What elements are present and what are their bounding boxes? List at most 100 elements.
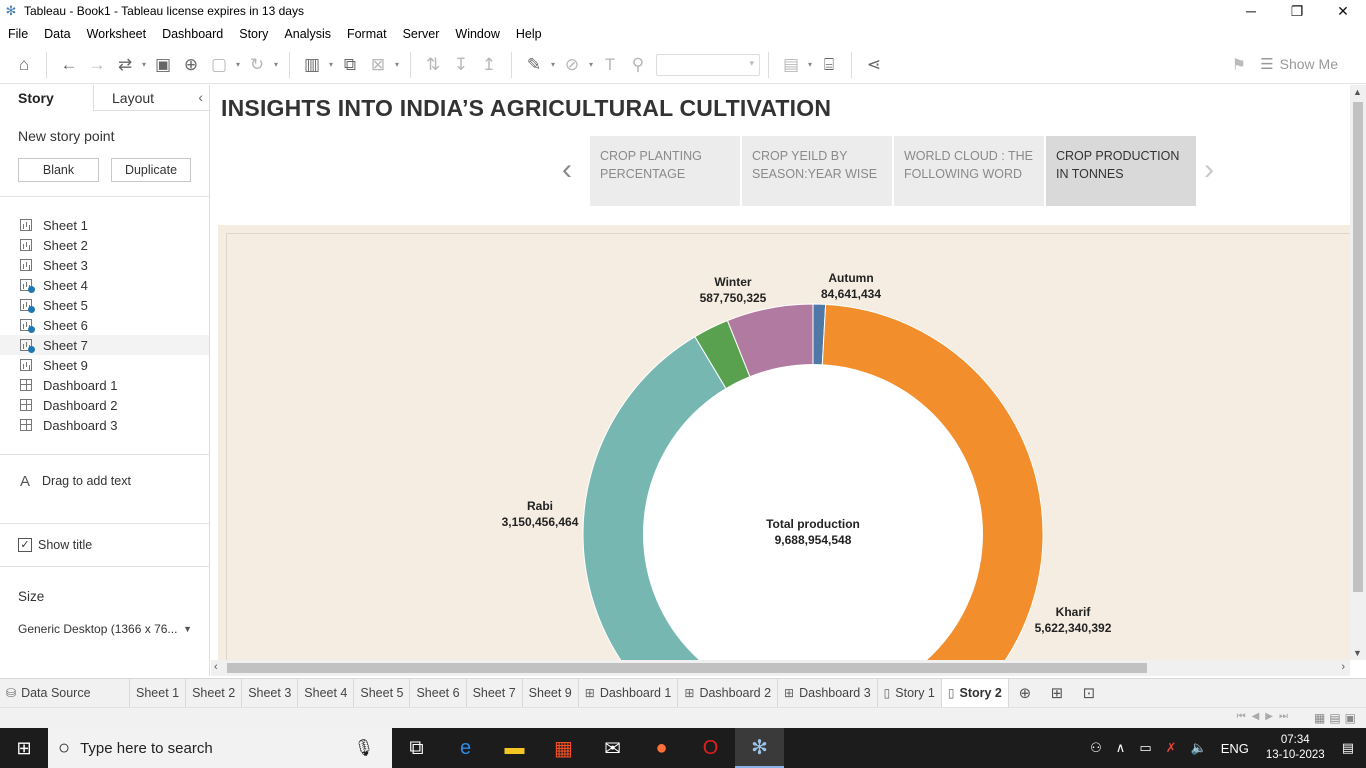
show-title-checkbox[interactable]: ✓ Show title	[0, 538, 209, 552]
view-mode-icons[interactable]: ▦▤▣	[1314, 711, 1360, 725]
duplicate-sheet-icon[interactable]: ⧉	[336, 51, 364, 79]
show-me-button[interactable]: ☰ Show Me	[1260, 55, 1338, 73]
sheet-list-item[interactable]: Dashboard 3	[0, 415, 209, 435]
sheet-list-item[interactable]: Sheet 9	[0, 355, 209, 375]
scroll-up-icon[interactable]: ▲	[1353, 87, 1362, 97]
tab-story[interactable]: Story	[0, 85, 93, 111]
scroll-left-icon[interactable]: ‹	[214, 661, 218, 673]
close-button[interactable]: ✕	[1320, 0, 1366, 22]
volume-icon[interactable]: 🔈	[1191, 740, 1207, 756]
collapse-panel-icon[interactable]: ‹	[198, 89, 203, 105]
scroll-down-icon[interactable]: ▼	[1353, 648, 1362, 658]
notifications-icon[interactable]: ▤	[1342, 740, 1354, 756]
sheet-navigation-icons[interactable]: ⏮◀▶⏭	[1237, 711, 1294, 722]
group-icon[interactable]: ⊘	[558, 51, 586, 79]
network-icon[interactable]: ✗	[1166, 740, 1177, 756]
replay-icon[interactable]: ⇄	[111, 51, 139, 79]
story-point-3[interactable]: WORLD CLOUD : THE FOLLOWING WORD	[894, 136, 1044, 206]
menu-file[interactable]: File	[0, 27, 36, 41]
paint-roller-icon[interactable]: ⚑	[1232, 55, 1246, 75]
duplicate-button[interactable]: Duplicate	[111, 158, 191, 182]
sheet-list-item[interactable]: Sheet 6	[0, 315, 209, 335]
highlight-icon[interactable]: ✎	[520, 51, 548, 79]
sheet-tab[interactable]: Sheet 2	[186, 679, 243, 707]
sheet-list-item[interactable]: Dashboard 1	[0, 375, 209, 395]
tray-expand-icon[interactable]: ∧	[1116, 740, 1126, 756]
horizontal-scroll-thumb[interactable]	[227, 663, 1147, 673]
sort-descending-icon[interactable]: ↥	[475, 51, 503, 79]
sheet-tab[interactable]: Sheet 7	[467, 679, 523, 707]
windows-start-icon[interactable]: ⊞	[0, 728, 48, 768]
edge-browser-icon[interactable]: e	[441, 728, 490, 768]
file-explorer-icon[interactable]: ▬	[490, 728, 539, 768]
sheet-tab[interactable]: Sheet 6	[410, 679, 467, 707]
new-worksheet-icon[interactable]: ▥	[298, 51, 326, 79]
sheet-tab[interactable]: ⊞ Dashboard 2	[678, 679, 779, 707]
tab-layout[interactable]: Layout	[93, 85, 209, 111]
save-icon[interactable]: ▣	[149, 51, 177, 79]
sheet-tab[interactable]: Sheet 5	[354, 679, 411, 707]
pause-updates-icon[interactable]: ▢	[205, 51, 233, 79]
sheet-list-item[interactable]: Sheet 2	[0, 235, 209, 255]
new-story-tab-icon[interactable]: ⊡	[1073, 679, 1105, 707]
sheet-list-item[interactable]: Sheet 7	[0, 335, 209, 355]
blank-button[interactable]: Blank	[18, 158, 99, 182]
menu-data[interactable]: Data	[36, 27, 78, 41]
sheet-list-item[interactable]: Sheet 5	[0, 295, 209, 315]
previous-story-point-icon[interactable]: ‹	[562, 153, 572, 187]
menu-analysis[interactable]: Analysis	[276, 27, 339, 41]
sheet-tab[interactable]: Sheet 9	[523, 679, 579, 707]
scroll-right-icon[interactable]: ›	[1341, 661, 1345, 673]
pause-dropdown-icon[interactable]: ▾	[233, 60, 243, 69]
menu-server[interactable]: Server	[395, 27, 448, 41]
home-icon[interactable]: ⌂	[10, 51, 38, 79]
redo-icon[interactable]: →	[83, 51, 111, 79]
restore-button[interactable]: ❐	[1274, 0, 1320, 22]
share-icon[interactable]: ⋖	[860, 51, 888, 79]
battery-icon[interactable]: ▭	[1139, 740, 1151, 756]
story-point-1[interactable]: CROP PLANTING PERCENTAGE	[590, 136, 740, 206]
task-view-icon[interactable]: ⧉	[392, 728, 441, 768]
group-dropdown-icon[interactable]: ▾	[586, 60, 596, 69]
highlight-dropdown-icon[interactable]: ▾	[548, 60, 558, 69]
drag-text-object[interactable]: A Drag to add text	[0, 471, 209, 491]
sheet-tab[interactable]: Sheet 3	[242, 679, 299, 707]
swap-icon[interactable]: ⇅	[419, 51, 447, 79]
fit-select[interactable]	[656, 53, 760, 76]
sheet-tab[interactable]: ▯ Story 1	[878, 679, 942, 707]
language-indicator[interactable]: ENG	[1221, 741, 1249, 756]
fix-axes-icon[interactable]: ⚲	[624, 51, 652, 79]
new-worksheet-tab-icon[interactable]: ⊕	[1009, 679, 1041, 707]
microsoft-store-icon[interactable]: ▦	[539, 728, 588, 768]
menu-window[interactable]: Window	[447, 27, 507, 41]
new-dashboard-tab-icon[interactable]: ⊞	[1041, 679, 1073, 707]
sheet-tab[interactable]: ⊞ Dashboard 1	[579, 679, 679, 707]
system-clock[interactable]: 07:34 13-10-2023	[1266, 733, 1325, 763]
vertical-scrollbar[interactable]: ▲ ▼	[1350, 85, 1366, 660]
next-story-point-icon[interactable]: ›	[1204, 153, 1214, 187]
horizontal-scrollbar[interactable]: ‹ ›	[211, 660, 1350, 676]
menu-format[interactable]: Format	[339, 27, 395, 41]
clear-sheet-icon[interactable]: ⊠	[364, 51, 392, 79]
vertical-scroll-thumb[interactable]	[1353, 102, 1363, 592]
story-point-4[interactable]: CROP PRODUCTION IN TONNES	[1046, 136, 1196, 206]
clear-dropdown-icon[interactable]: ▾	[392, 60, 402, 69]
microphone-icon[interactable]: 🎙	[354, 738, 374, 758]
menu-worksheet[interactable]: Worksheet	[79, 27, 155, 41]
new-worksheet-dropdown-icon[interactable]: ▾	[326, 60, 336, 69]
undo-icon[interactable]: ←	[55, 51, 83, 79]
sheet-tab[interactable]: ⛁ Data Source	[0, 679, 130, 707]
size-select[interactable]: Generic Desktop (1366 x 76... ▼	[18, 620, 192, 638]
labels-icon[interactable]: T	[596, 51, 624, 79]
sheet-list-item[interactable]: Sheet 3	[0, 255, 209, 275]
sheet-list-item[interactable]: Sheet 1	[0, 215, 209, 235]
menu-help[interactable]: Help	[508, 27, 550, 41]
new-data-source-icon[interactable]: ⊕	[177, 51, 205, 79]
refresh-icon[interactable]: ↻	[243, 51, 271, 79]
sheet-list-item[interactable]: Sheet 4	[0, 275, 209, 295]
sheet-list-item[interactable]: Dashboard 2	[0, 395, 209, 415]
people-icon[interactable]: ⚇	[1090, 740, 1102, 756]
sheet-tab[interactable]: ▯ Story 2	[941, 679, 1009, 707]
show-cards-dropdown-icon[interactable]: ▾	[805, 60, 815, 69]
sort-ascending-icon[interactable]: ↧	[447, 51, 475, 79]
